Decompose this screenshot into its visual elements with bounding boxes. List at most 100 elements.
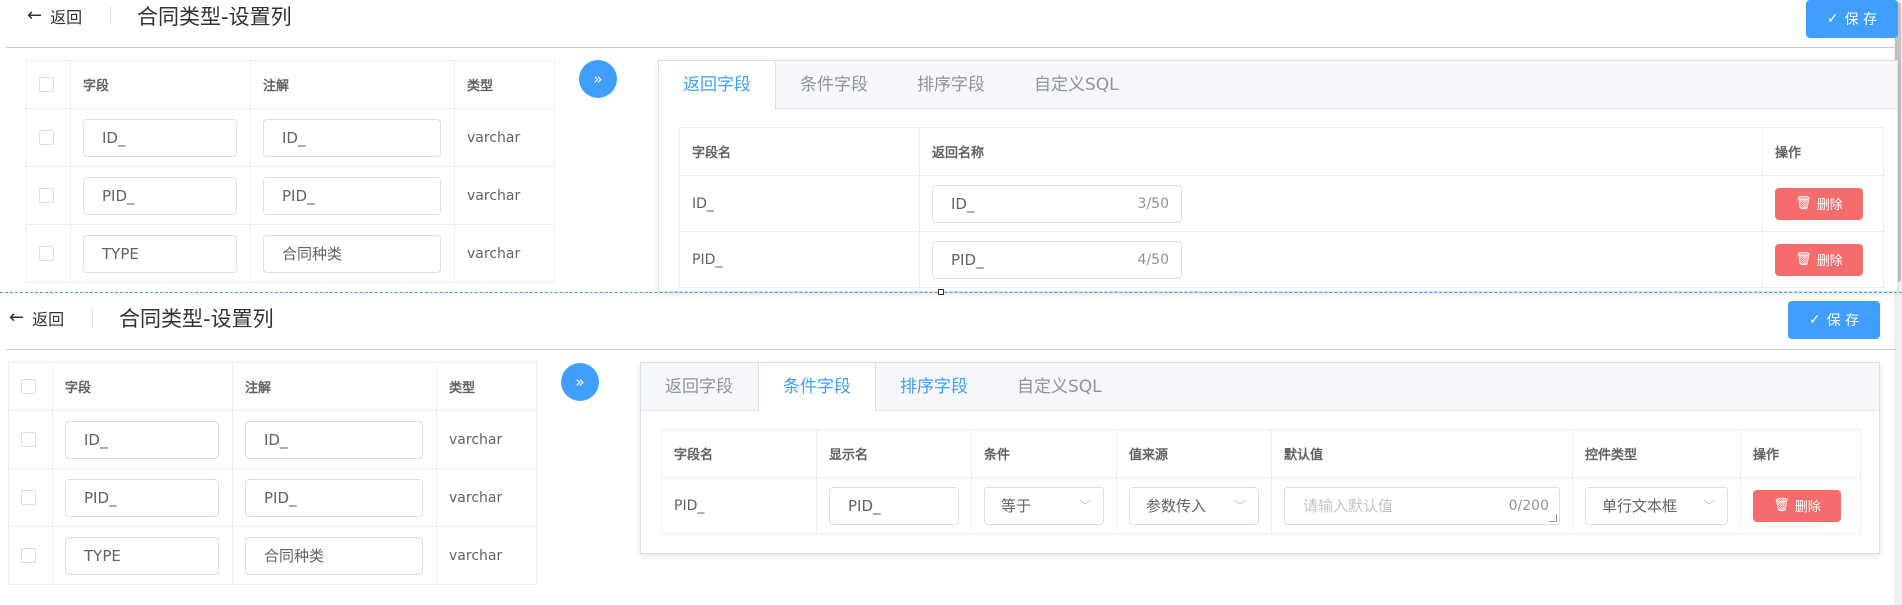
- table-row: ID_ ID_ varchar: [8, 410, 537, 469]
- chevron-down-icon: ﹀: [1702, 499, 1715, 513]
- arrow-left-icon: ←: [27, 5, 43, 26]
- delete-button[interactable]: 🗑 删除: [1775, 187, 1863, 220]
- move-right-button[interactable]: »: [579, 60, 617, 98]
- field-input[interactable]: TYPE: [65, 536, 219, 575]
- control-type-value: 单行文本框: [1602, 497, 1678, 515]
- field-input[interactable]: PID_: [83, 176, 237, 215]
- row-checkbox[interactable]: [39, 130, 54, 145]
- table-row: TYPE 合同种类 varchar: [26, 224, 555, 283]
- row-checkbox[interactable]: [21, 548, 36, 563]
- table-row: ID_ ID_ varchar: [26, 108, 555, 167]
- field-input[interactable]: ID_: [83, 118, 237, 157]
- row-checkbox[interactable]: [21, 490, 36, 505]
- row-checkbox[interactable]: [39, 246, 54, 261]
- tab-condition-fields[interactable]: 条件字段: [776, 61, 893, 109]
- delete-button[interactable]: 🗑 删除: [1775, 243, 1863, 276]
- column-header: 字段名: [679, 127, 920, 176]
- table-header-row: 字段 注解 类型: [26, 60, 555, 109]
- table-row: TYPE 合同种类 varchar: [8, 526, 537, 585]
- char-counter: 4/50: [1137, 251, 1169, 268]
- panel-condition-fields: ← 返回 合同类型-设置列 ✓ 保 存 字段 注解 类型 ID_ ID_ var…: [0, 292, 1902, 605]
- select-all-checkbox[interactable]: [21, 379, 36, 394]
- panel-return-fields: ← 返回 合同类型-设置列 ✓ 保 存 字段 注解 类型 ID_ ID_ var…: [0, 0, 1902, 292]
- column-header: 注解: [232, 362, 437, 411]
- column-header: 条件: [971, 429, 1117, 478]
- tab-return-fields[interactable]: 返回字段: [641, 363, 758, 411]
- delete-button[interactable]: 🗑 删除: [1753, 489, 1841, 522]
- save-button[interactable]: ✓ 保 存: [1788, 301, 1880, 339]
- value-source-value: 参数传入: [1146, 497, 1207, 515]
- display-name-input[interactable]: PID_: [829, 486, 959, 525]
- select-all-checkbox[interactable]: [39, 77, 54, 92]
- table-row: PID_ PID_ varchar: [8, 468, 537, 527]
- move-right-button[interactable]: »: [561, 363, 599, 401]
- field-input[interactable]: PID_: [65, 478, 219, 517]
- comment-input[interactable]: ID_: [263, 118, 441, 157]
- comment-input[interactable]: ID_: [245, 420, 423, 459]
- delete-label: 删除: [1794, 500, 1821, 515]
- return-name-value: ID_: [951, 194, 975, 213]
- type-cell: varchar: [454, 224, 555, 283]
- condition-fields-table: 字段名 显示名 条件 值来源 默认值 控件类型 操作 PID_ PID_ 等于 …: [661, 429, 1861, 534]
- table-header-row: 字段名 显示名 条件 值来源 默认值 控件类型 操作: [661, 429, 1861, 478]
- comment-input[interactable]: PID_: [245, 478, 423, 517]
- column-header: 类型: [436, 362, 537, 411]
- type-cell: varchar: [436, 468, 537, 527]
- table-row: PID_ PID_ varchar: [26, 166, 555, 225]
- chevron-down-icon: ﹀: [1078, 499, 1091, 513]
- back-label: 返回: [50, 8, 83, 27]
- delete-label: 删除: [1816, 254, 1843, 269]
- save-label: 保 存: [1826, 313, 1860, 329]
- value-source-select[interactable]: 参数传入 ﹀: [1129, 486, 1259, 525]
- column-header: 默认值: [1271, 429, 1573, 478]
- resize-grip-icon[interactable]: [1549, 513, 1557, 522]
- column-header: 返回名称: [919, 127, 1763, 176]
- column-header: 操作: [1740, 429, 1861, 478]
- double-chevron-right-icon: »: [593, 70, 603, 88]
- comment-input[interactable]: 合同种类: [263, 234, 441, 273]
- source-fields-table: 字段 注解 类型 ID_ ID_ varchar PID_ PID_ varch…: [8, 362, 537, 585]
- control-type-select[interactable]: 单行文本框 ﹀: [1585, 486, 1728, 525]
- default-value-textarea[interactable]: 请输入默认值 0/200: [1284, 486, 1560, 525]
- field-input[interactable]: TYPE: [83, 234, 237, 273]
- field-name-cell: PID_: [679, 231, 920, 288]
- tab-sort-fields[interactable]: 排序字段: [893, 61, 1010, 109]
- column-header: 类型: [454, 60, 555, 109]
- header-divider: [92, 308, 93, 326]
- return-name-input[interactable]: PID_ 4/50: [932, 240, 1182, 279]
- table-header-row: 字段 注解 类型: [8, 362, 537, 411]
- column-header: 显示名: [816, 429, 972, 478]
- tab-custom-sql[interactable]: 自定义SQL: [993, 363, 1127, 411]
- delete-label: 删除: [1816, 198, 1843, 213]
- back-button[interactable]: ← 返回: [9, 306, 64, 330]
- tab-condition-fields[interactable]: 条件字段: [758, 363, 876, 412]
- double-chevron-right-icon: »: [575, 373, 585, 391]
- type-cell: varchar: [436, 410, 537, 469]
- trash-icon: 🗑: [1795, 252, 1812, 267]
- column-header: 字段: [52, 362, 233, 411]
- save-button[interactable]: ✓ 保 存: [1806, 0, 1898, 38]
- return-name-input[interactable]: ID_ 3/50: [932, 184, 1182, 223]
- field-input[interactable]: ID_: [65, 420, 219, 459]
- check-icon: ✓: [1826, 11, 1839, 27]
- tab-custom-sql[interactable]: 自定义SQL: [1010, 61, 1144, 109]
- page-title: 合同类型-设置列: [119, 307, 274, 331]
- column-header: 注解: [250, 60, 455, 109]
- tab-sort-fields[interactable]: 排序字段: [876, 363, 993, 411]
- condition-value: 等于: [1001, 497, 1032, 515]
- back-button[interactable]: ← 返回: [27, 4, 82, 28]
- char-counter: 0/200: [1508, 497, 1549, 514]
- condition-select[interactable]: 等于 ﹀: [984, 486, 1104, 525]
- tab-bar: 返回字段 条件字段 排序字段 自定义SQL: [659, 61, 1897, 110]
- char-counter: 3/50: [1137, 195, 1169, 212]
- comment-input[interactable]: 合同种类: [245, 536, 423, 575]
- chevron-down-icon: ﹀: [1233, 499, 1246, 513]
- tab-return-fields[interactable]: 返回字段: [659, 61, 776, 110]
- table-header-row: 字段名 返回名称 操作: [679, 127, 1884, 176]
- field-name-cell: ID_: [679, 175, 920, 232]
- row-checkbox[interactable]: [39, 188, 54, 203]
- row-checkbox[interactable]: [21, 432, 36, 447]
- table-row: PID_ PID_ 4/50 🗑 删除: [679, 231, 1884, 288]
- comment-input[interactable]: PID_: [263, 176, 441, 215]
- column-header: 字段: [70, 60, 251, 109]
